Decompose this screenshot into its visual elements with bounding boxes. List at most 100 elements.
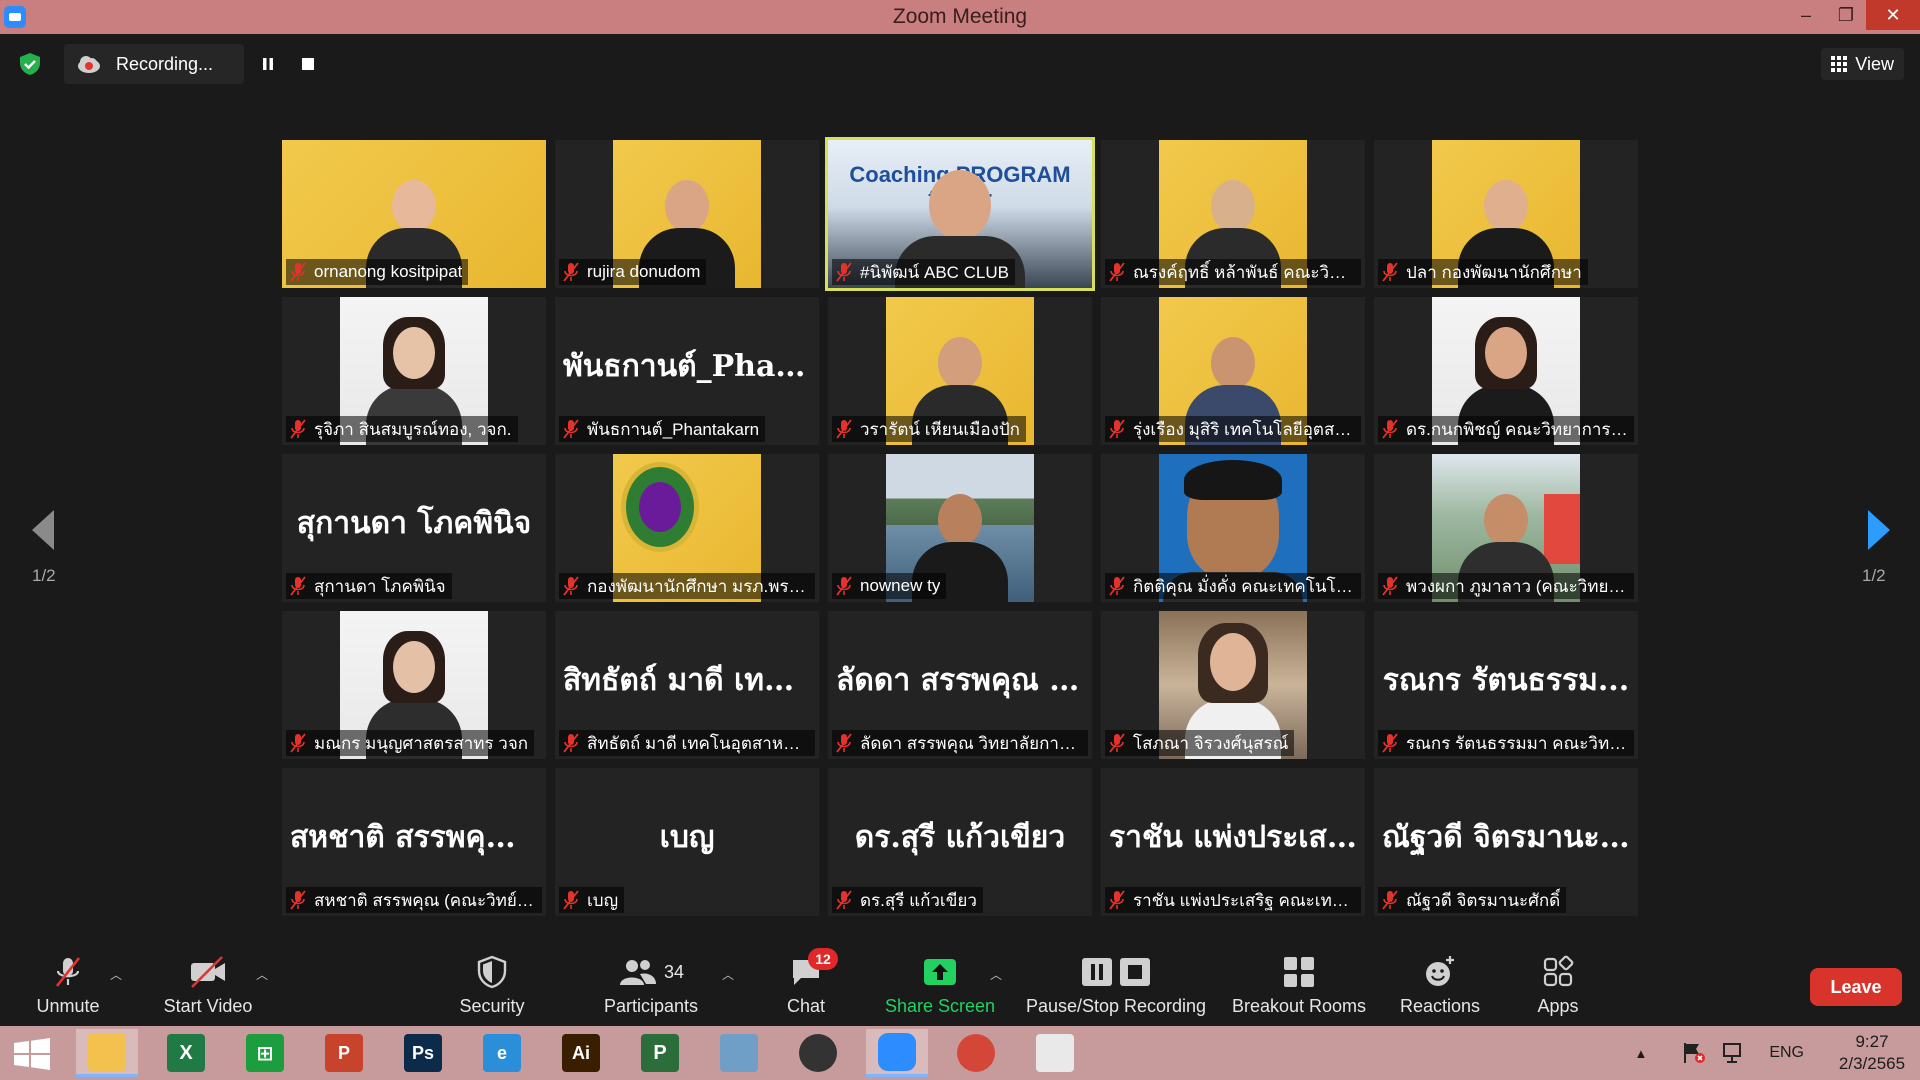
participant-name: ดร.กนกพิชญ์ คณะวิทยาการจัด...	[1406, 419, 1628, 439]
participant-tile[interactable]: วิศวกร สังคมณรงค์ฤทธิ์ หล้าพันธ์ คณะวิทย…	[1101, 140, 1365, 288]
participant-name: rujira donudom	[587, 262, 701, 281]
input-language[interactable]: ENG	[1769, 1044, 1804, 1062]
previous-page-arrow-icon[interactable]	[28, 508, 58, 552]
taskbar-chrome[interactable]	[945, 1029, 1007, 1077]
taskbar-photoscape[interactable]	[787, 1029, 849, 1077]
participant-tile[interactable]: สหชาติ สรรพคุณ... สหชาติ สรรพคุณ (คณะวิทย…	[282, 768, 546, 916]
participant-tile[interactable]: ราชัน แพ่งประเส... ราชัน แพ่งประเสริฐ คณะ…	[1101, 768, 1365, 916]
security-button[interactable]: Security	[452, 944, 532, 1026]
network-icon[interactable]	[1721, 1041, 1747, 1065]
next-page-arrow-icon[interactable]	[1864, 508, 1894, 552]
taskbar-file-explorer[interactable]	[76, 1029, 138, 1077]
participant-tile[interactable]: พวงผกา ภูมาลาว (คณะวิทยาศา...	[1374, 454, 1638, 602]
participant-tile[interactable]: วิศวกร สังคมrujira donudom	[555, 140, 819, 288]
participant-tile[interactable]: Coaching PROGRAMfor ter#นิพัฒน์ ABC CLUB	[825, 137, 1095, 291]
participant-name: กิตติคุณ มั่งคั่ง คณะเทคโนโลยีอุ...	[1133, 576, 1355, 596]
participant-tile[interactable]: nownew ty	[828, 454, 1092, 602]
restore-button[interactable]: ❐	[1826, 0, 1866, 30]
participant-name: วรารัตน์ เหียนเมืองปัก	[860, 419, 1020, 439]
video-options-caret-icon[interactable]: ︿	[256, 966, 270, 982]
taskbar-store[interactable]: ⊞	[234, 1029, 296, 1077]
show-hidden-icons-icon[interactable]: ▲	[1634, 1046, 1647, 1061]
participant-tile[interactable]: วิศวกร สังคมกองพัฒนานักศึกษา มรภ.พระนคร	[555, 454, 819, 602]
taskbar-slides[interactable]	[1024, 1029, 1086, 1077]
taskbar-photoshop[interactable]: Ps	[392, 1029, 454, 1077]
participant-name-label: พันธกานต์_Phantakarn	[559, 416, 766, 442]
minimize-button[interactable]: –	[1786, 0, 1826, 30]
participant-tile[interactable]: สุกานดา โภคพินิจ สุกานดา โภคพินิจ	[282, 454, 546, 602]
taskbar-project[interactable]: P	[629, 1029, 691, 1077]
zoom-icon	[878, 1032, 916, 1071]
participant-name-label: กิตติคุณ มั่งคั่ง คณะเทคโนโลยีอุ...	[1105, 573, 1361, 599]
reactions-button[interactable]: Reactions	[1398, 944, 1482, 1026]
participant-name: ณรงค์ฤทธิ์ หล้าพันธ์ คณะวิทยา...	[1133, 262, 1355, 282]
leave-button[interactable]: Leave	[1810, 968, 1902, 1006]
chat-button[interactable]: 12 Chat	[766, 944, 846, 1026]
taskbar-zoom[interactable]	[866, 1029, 928, 1077]
system-clock[interactable]: 9:27 2/3/2565	[1824, 1031, 1920, 1075]
pause-stop-recording-button[interactable]: Pause/Stop Recording	[1024, 944, 1208, 1026]
action-center-flag-icon[interactable]	[1681, 1041, 1707, 1065]
taskbar-powerpoint[interactable]: P	[313, 1029, 375, 1077]
participant-tile[interactable]: รณกร รัตนธรรม... รณกร รัตนธรรมมา คณะวิทยา…	[1374, 611, 1638, 759]
unmute-button[interactable]: Unmute	[28, 944, 108, 1026]
muted-microphone-icon	[1382, 733, 1406, 753]
video-gallery: วิศวกร สังคมornanong kositpipatวิศวกร สั…	[282, 137, 1638, 920]
taskbar-eraser-app[interactable]	[708, 1029, 770, 1077]
participant-display-name: ลัดดา สรรพคุณ วิ...	[836, 662, 1092, 698]
participants-button[interactable]: 34 Participants	[596, 944, 706, 1026]
participant-tile[interactable]: พันธกานต์_Phant... พันธกานต์_Phantakarn	[555, 297, 819, 445]
participant-tile[interactable]: ณัฐวดี จิตรมานะศั... ณัฐวดี จิตรมานะศักดิ…	[1374, 768, 1638, 916]
powerpoint-icon: P	[325, 1034, 363, 1072]
participant-tile[interactable]: วิศวกร สังคมรุ่งเรือง มุสิริ เทคโนโลยีอุ…	[1101, 297, 1365, 445]
breakout-rooms-button[interactable]: Breakout Rooms	[1230, 944, 1368, 1026]
participant-tile[interactable]: ลัดดา สรรพคุณ วิ... ลัดดา สรรพคุณ วิทยาลั…	[828, 611, 1092, 759]
participant-name-label: วรารัตน์ เหียนเมืองปัก	[832, 416, 1026, 442]
pause-recording-icon[interactable]	[256, 52, 280, 76]
apps-button[interactable]: Apps	[1518, 944, 1598, 1026]
participant-name-label: รุจิภา สินสมบูรณ์ทอง, วจก.	[286, 416, 518, 442]
start-video-label: Start Video	[163, 996, 253, 1016]
view-button[interactable]: View	[1821, 48, 1904, 80]
encryption-shield-icon[interactable]	[18, 52, 42, 76]
participant-name: รณกร รัตนธรรมมา คณะวิทยาศ...	[1406, 733, 1628, 753]
muted-microphone-icon	[836, 262, 860, 282]
participant-tile[interactable]: วิศวกร สังคมปลา กองพัฒนานักศึกษา	[1374, 140, 1638, 288]
participant-name: รุจิภา สินสมบูรณ์ทอง, วจก.	[314, 419, 512, 439]
taskbar-excel[interactable]: X	[155, 1029, 217, 1077]
participant-tile[interactable]: ดร.สุรี แก้วเขียว ดร.สุรี แก้วเขียว	[828, 768, 1092, 916]
participant-tile[interactable]: กิตติคุณ มั่งคั่ง คณะเทคโนโลยีอุ...	[1101, 454, 1365, 602]
share-options-caret-icon[interactable]: ︿	[990, 966, 1004, 982]
participant-tile[interactable]: สิทธัตถ์ มาดี เทคโ... สิทธัตถ์ มาดี เทคโน…	[555, 611, 819, 759]
windows-start-icon[interactable]	[12, 1038, 52, 1070]
participant-tile[interactable]: วิศวกร สังคมornanong kositpipat	[282, 140, 546, 288]
reactions-label: Reactions	[1399, 996, 1481, 1016]
participant-tile[interactable]: มณกร มนุญศาสตรสาทร วจก	[282, 611, 546, 759]
participant-name: สหชาติ สรรพคุณ (คณะวิทย์ฯ )	[314, 890, 536, 910]
participant-tile[interactable]: รุจิภา สินสมบูรณ์ทอง, วจก.	[282, 297, 546, 445]
participants-caret-icon[interactable]: ︿	[722, 966, 736, 982]
participant-name-label: สิทธัตถ์ มาดี เทคโนอุตสาหกรรม	[559, 730, 815, 756]
participant-name-label: rujira donudom	[559, 259, 707, 285]
participant-tile[interactable]: เบญ เบญ	[555, 768, 819, 916]
audio-options-caret-icon[interactable]: ︿	[110, 966, 124, 982]
close-button[interactable]: ✕	[1866, 0, 1920, 30]
participant-display-name: พันธกานต์_Phant...	[563, 348, 819, 384]
participant-display-name: สุกานดา โภคพินิจ	[296, 505, 532, 541]
participant-tile[interactable]: วิศวกร สังคมวรารัตน์ เหียนเมืองปัก	[828, 297, 1092, 445]
taskbar-internet-explorer[interactable]: e	[471, 1029, 533, 1077]
muted-microphone-icon	[1382, 576, 1406, 596]
breakout-rooms-icon	[1279, 952, 1319, 992]
taskbar-illustrator[interactable]: Ai	[550, 1029, 612, 1077]
participant-name: รุ่งเรือง มุสิริ เทคโนโลยีอุตสาหกร...	[1133, 419, 1355, 439]
muted-microphone-icon	[836, 890, 860, 910]
participant-tile[interactable]: โสภณา จิรวงศ์นุสรณ์	[1101, 611, 1365, 759]
start-video-button[interactable]: Start Video	[158, 944, 258, 1026]
stop-recording-icon[interactable]	[296, 52, 320, 76]
participant-name: #นิพัฒน์ ABC CLUB	[860, 262, 1010, 282]
muted-microphone-icon	[563, 262, 587, 282]
share-screen-button[interactable]: Share Screen	[882, 944, 998, 1026]
recording-indicator: Recording...	[64, 44, 244, 84]
page-indicator-right: 1/2	[1862, 566, 1886, 585]
participant-tile[interactable]: ดร.กนกพิชญ์ คณะวิทยาการจัด...	[1374, 297, 1638, 445]
